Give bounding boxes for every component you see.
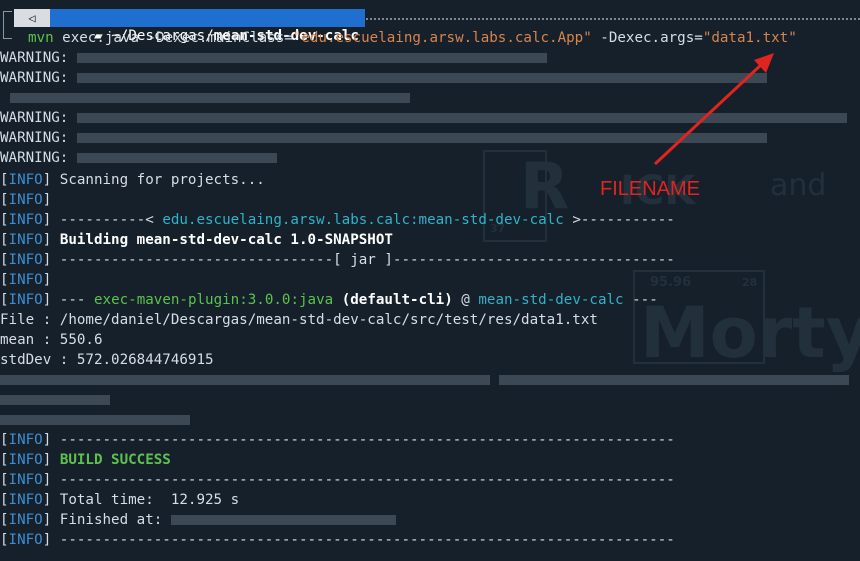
warning-label: WARNING:	[0, 110, 69, 126]
info-tag: INFO	[8, 292, 43, 308]
blurred-text	[76, 113, 847, 123]
total-time: Total time: 12.925 s	[51, 492, 240, 508]
info-line: [INFO]	[0, 192, 52, 208]
warning-line: WARNING:	[0, 108, 847, 128]
info-tag: INFO	[8, 452, 43, 468]
scanning-text: Scanning for projects...	[51, 172, 265, 188]
prompt-corner-bottom	[3, 28, 12, 39]
command-args: "data1.txt"	[702, 30, 797, 46]
blurred-text	[0, 415, 190, 425]
warning-label: WARNING:	[0, 130, 69, 146]
info-line: [INFO] Scanning for projects...	[0, 172, 265, 188]
watermark-and: and	[770, 168, 827, 203]
command-part1: exec:java -Dexec.mainClass=	[53, 30, 293, 46]
blurred-timestamp	[170, 515, 396, 525]
finished-at-label: Finished at:	[51, 512, 171, 528]
separator: ----------------------------------------…	[51, 472, 675, 488]
blurred-text	[498, 375, 849, 385]
blurred-text	[0, 395, 110, 405]
warning-line: WARNING:	[0, 48, 547, 68]
info-tag: INFO	[8, 232, 43, 248]
blurred-text	[0, 375, 490, 385]
warning-label: WARNING:	[0, 150, 69, 166]
info-tag: INFO	[8, 172, 43, 188]
info-line: [INFO] Building mean-std-dev-calc 1.0-SN…	[0, 232, 393, 248]
info-line: [INFO] --- exec-maven-plugin:3.0.0:java …	[0, 292, 658, 308]
blurred-line	[0, 410, 190, 430]
separator: ----------------------------------------…	[51, 532, 675, 548]
plugin-at: @	[452, 292, 479, 308]
info-tag: INFO	[8, 212, 43, 228]
blurred-text	[76, 133, 767, 143]
info-line: [INFO] ----------< edu.escuelaing.arsw.l…	[0, 212, 675, 228]
plugin-project: mean-std-dev-calc	[478, 292, 624, 308]
info-tag: INFO	[8, 252, 43, 268]
info-tag: INFO	[8, 272, 43, 288]
blurred-text	[76, 53, 547, 63]
watermark-box2	[633, 270, 765, 364]
info-line: [INFO]	[0, 272, 52, 288]
output-file: File : /home/daniel/Descargas/mean-std-d…	[0, 312, 598, 328]
info-line: [INFO] Finished at:	[0, 510, 396, 530]
info-tag: INFO	[8, 532, 43, 548]
warning-label: WARNING:	[0, 50, 69, 66]
jar-line: --------------------------------[ jar ]-…	[51, 252, 675, 268]
build-success: BUILD SUCCESS	[59, 452, 171, 468]
module-line-left: ----------<	[51, 212, 163, 228]
module-line-right: >-----------	[563, 212, 675, 228]
info-tag: INFO	[8, 472, 43, 488]
warning-line: WARNING:	[0, 128, 767, 148]
annotation-label: FILENAME	[600, 178, 701, 200]
command-mvn: mvn	[28, 30, 54, 46]
prompt-dots	[366, 18, 860, 20]
info-line: [INFO] ---------------------------------…	[0, 432, 675, 448]
plugin-cli: (default-cli)	[333, 292, 453, 308]
warning-label: WARNING:	[0, 70, 69, 86]
blurred-text	[10, 93, 410, 103]
separator: ----------------------------------------…	[51, 432, 675, 448]
blurred-line	[0, 370, 849, 390]
info-line: [INFO] --------------------------------[…	[0, 252, 675, 268]
info-line: [INFO] ---------------------------------…	[0, 532, 675, 548]
command-main-class: "edu.escuelaing.arsw.labs.calc.App"	[292, 30, 592, 46]
module-artifact: edu.escuelaing.arsw.labs.calc:mean-std-d…	[162, 212, 564, 228]
command-line: mvn exec:java -Dexec.mainClass="edu.escu…	[0, 28, 797, 48]
prompt-segment: ▰ ~/Descargas/mean-std-dev-calc	[50, 9, 365, 44]
blurred-text	[76, 153, 277, 163]
output-stddev: stdDev : 572.026844746915	[0, 352, 214, 368]
plugin-line-left: ---	[51, 292, 94, 308]
info-tag: INFO	[8, 432, 43, 448]
info-tag: INFO	[8, 192, 43, 208]
blurred-text	[76, 73, 767, 83]
info-line: [INFO] BUILD SUCCESS	[0, 452, 171, 468]
output-mean: mean : 550.6	[0, 332, 103, 348]
warning-line: WARNING:	[0, 68, 767, 88]
plugin-line-right: ---	[623, 292, 658, 308]
blurred-line	[0, 390, 110, 410]
plugin-name: exec-maven-plugin:3.0.0:java	[93, 292, 334, 308]
prompt-arrow	[354, 9, 363, 27]
info-tag: INFO	[8, 492, 43, 508]
terminal-os-icon: ◁	[14, 9, 50, 27]
warning-line: WARNING:	[0, 148, 277, 168]
command-part2: -Dexec.args=	[591, 30, 703, 46]
info-tag: INFO	[8, 512, 43, 528]
info-line: [INFO] Total time: 12.925 s	[0, 492, 240, 508]
blurred-line	[0, 88, 410, 108]
building-text: Building mean-std-dev-calc 1.0-SNAPSHOT	[59, 232, 393, 248]
info-line: [INFO] ---------------------------------…	[0, 472, 675, 488]
